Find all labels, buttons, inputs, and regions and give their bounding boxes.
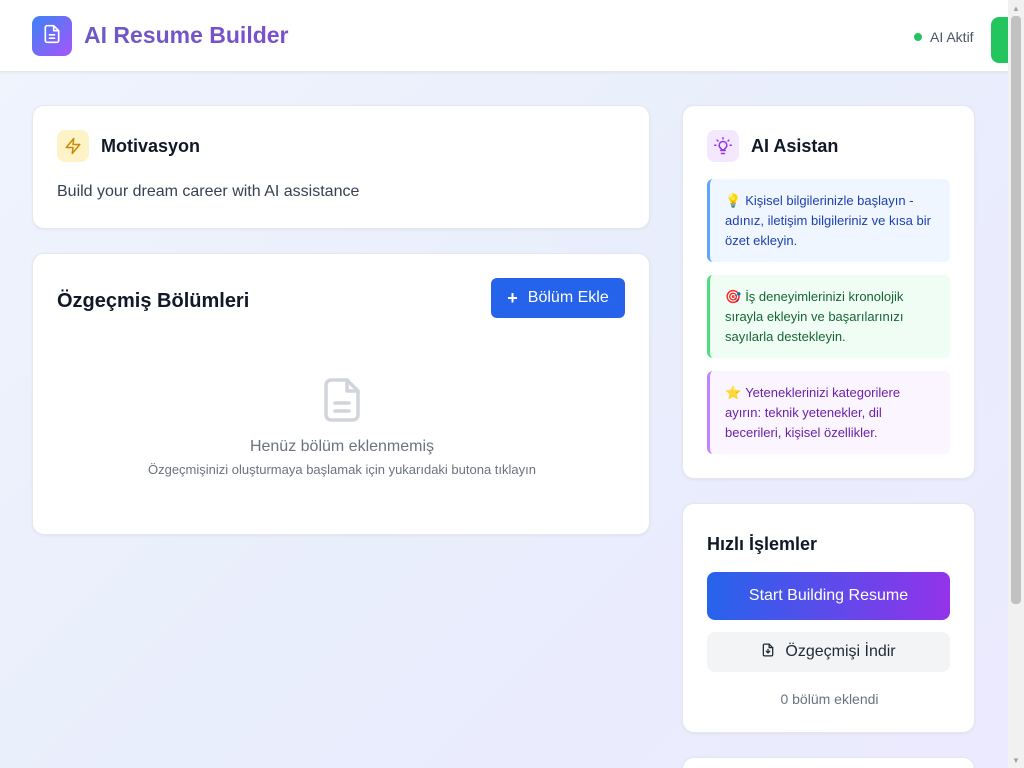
lightbulb-emoji-icon: 💡 (725, 193, 742, 208)
target-emoji-icon: 🎯 (725, 289, 742, 304)
motivation-title: Motivasyon (101, 136, 201, 156)
quick-actions-title: Hızlı İşlemler (707, 534, 818, 554)
assistant-title: AI Asistan (751, 136, 839, 156)
scroll-down-arrow-icon[interactable]: ▼ (1008, 752, 1024, 768)
lightbulb-icon (707, 130, 739, 162)
ai-assistant-card: AI Asistan 💡 Kişisel bilgilerinizle başla… (682, 105, 975, 479)
tip-experience: 🎯 İş deneyimlerinizi kronolojik sırayla e… (707, 275, 950, 358)
tip-personal-info: 💡 Kişisel bilgilerinizle başlayın - adını… (707, 179, 950, 262)
page-scrollbar[interactable]: ▲ ▼ (1008, 0, 1024, 768)
start-building-button[interactable]: Start Building Resume (707, 572, 950, 620)
add-section-button[interactable]: + Bölüm Ekle (491, 278, 625, 318)
download-resume-button[interactable]: Özgeçmişi İndir (707, 632, 950, 672)
resume-sections-card: Özgeçmiş Bölümleri + Bölüm Ekle Henüz bö… (32, 253, 650, 535)
quick-actions-card: Hızlı İşlemler Start Building Resume Özg… (682, 503, 975, 733)
add-section-label: Bölüm Ekle (527, 289, 609, 306)
document-icon (42, 24, 62, 49)
app-header: AI Resume Builder AI Aktif (0, 0, 1021, 72)
download-label: Özgeçmişi İndir (785, 643, 896, 660)
file-download-icon (761, 642, 775, 663)
status-dot (914, 33, 922, 41)
ai-status: AI Aktif (914, 29, 974, 45)
scroll-up-arrow-icon[interactable]: ▲ (1008, 0, 1024, 16)
tip-text: Yeteneklerinizi kategorilere ayırın: tek… (725, 385, 901, 440)
plus-icon: + (507, 288, 518, 308)
motivation-text: Build your dream career with AI assistan… (57, 183, 360, 200)
lightning-icon (57, 130, 89, 162)
empty-state-subtitle: Özgeçmişinizi oluşturmaya başlamak için … (147, 462, 536, 477)
empty-document-icon (323, 377, 361, 428)
next-card (682, 757, 975, 768)
tip-text: Kişisel bilgilerinizle başlayın - adınız… (725, 193, 931, 248)
empty-state-title: Henüz bölüm eklenmemiş (249, 438, 435, 455)
section-count: 0 bölüm eklendi (780, 691, 879, 707)
tip-skills: ⭐ Yeteneklerinizi kategorilere ayırın: te… (707, 371, 950, 454)
star-emoji-icon: ⭐ (725, 385, 742, 400)
scrollbar-thumb[interactable] (1011, 16, 1021, 604)
app-title: AI Resume Builder (84, 22, 289, 48)
motivation-card: Motivasyon Build your dream career with … (32, 105, 650, 229)
sections-title: Özgeçmiş Bölümleri (57, 290, 250, 312)
logo (32, 16, 72, 56)
tip-text: İş deneyimlerinizi kronolojik sırayla ek… (725, 289, 904, 344)
status-label: AI Aktif (930, 29, 974, 45)
